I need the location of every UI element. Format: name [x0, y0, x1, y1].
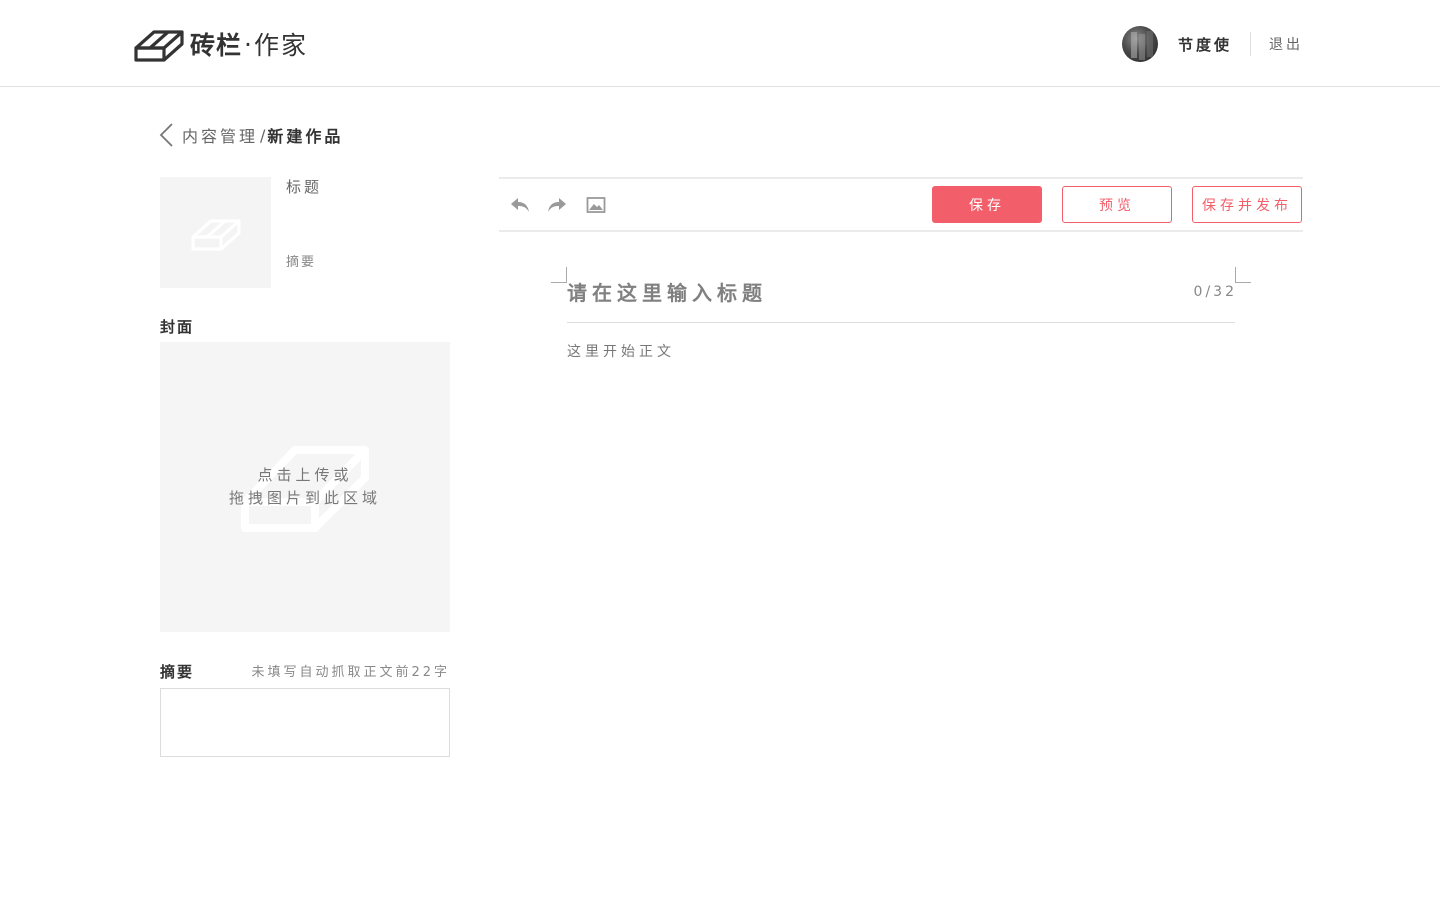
brick-logo-icon — [134, 30, 184, 62]
cover-hint-line2: 拖拽图片到此区域 — [228, 489, 381, 507]
logo[interactable]: 砖栏 · 作家 — [134, 24, 308, 64]
insert-image-button[interactable] — [585, 194, 607, 216]
username[interactable]: 节度使 — [1178, 34, 1232, 55]
brick-placeholder-icon — [190, 218, 241, 251]
editor-corner-top-left — [551, 267, 567, 283]
body-editor[interactable]: 这里开始正文 — [567, 341, 1235, 361]
breadcrumb-parent[interactable]: 内容管理 — [182, 123, 258, 147]
redo-button[interactable] — [546, 194, 568, 216]
summary-label: 摘要 — [160, 663, 195, 681]
breadcrumb-separator: / — [260, 125, 266, 145]
summary-hint: 未填写自动抓取正文前22字 — [251, 665, 450, 680]
logout-link[interactable]: 退出 — [1269, 34, 1303, 54]
image-icon — [586, 197, 606, 213]
editor-toolbar: 保存 预览 保存并发布 — [499, 177, 1303, 232]
chevron-left-icon[interactable] — [158, 122, 176, 148]
cover-label: 封面 — [160, 318, 195, 336]
cover-upload-area[interactable]: 点击上传或 拖拽图片到此区域 — [160, 342, 450, 632]
preview-summary: 摘要 — [286, 255, 317, 270]
logo-brand: 砖栏 — [190, 31, 243, 60]
breadcrumb-current: 新建作品 — [267, 127, 344, 146]
summary-input[interactable] — [160, 688, 450, 757]
preview-thumbnail — [160, 177, 271, 288]
title-char-count: 0/32 — [1193, 284, 1237, 300]
redo-icon — [548, 198, 566, 212]
editor-corner-top-right — [1235, 267, 1251, 283]
avatar[interactable] — [1121, 26, 1158, 62]
user-area: 节度使 退出 — [1121, 25, 1303, 63]
preview-title: 标题 — [286, 178, 323, 196]
title-divider — [567, 322, 1235, 323]
logo-subtitle: 作家 — [253, 31, 308, 60]
cover-hint-line1: 点击上传或 — [257, 466, 353, 484]
save-button[interactable]: 保存 — [932, 186, 1042, 223]
title-input[interactable] — [567, 276, 1167, 310]
preview-button[interactable]: 预览 — [1062, 186, 1172, 223]
undo-button[interactable] — [509, 194, 531, 216]
undo-icon — [511, 198, 529, 212]
top-header: 砖栏 · 作家 节度使 退出 — [0, 0, 1440, 87]
header-divider — [1250, 32, 1251, 56]
logo-dot: · — [244, 29, 252, 59]
breadcrumb: 内容管理 / 新建作品 — [158, 122, 343, 148]
save-and-publish-button[interactable]: 保存并发布 — [1192, 186, 1302, 223]
